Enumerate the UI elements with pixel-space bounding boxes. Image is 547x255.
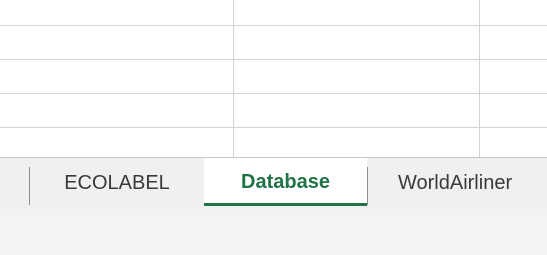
row-gridline <box>0 25 547 26</box>
row-gridline <box>0 93 547 94</box>
sheet-tab-ecolabel[interactable]: ECOLABEL <box>30 158 204 208</box>
sheet-tab-database[interactable]: Database <box>204 158 367 206</box>
sheet-tab-label: ECOLABEL <box>64 171 170 194</box>
column-gridline <box>233 0 234 158</box>
column-gridline <box>479 0 480 158</box>
status-bar <box>0 209 547 255</box>
worksheet-grid[interactable] <box>0 0 547 158</box>
active-tab-indicator <box>204 203 367 206</box>
row-gridline <box>0 59 547 60</box>
row-gridline <box>0 127 547 128</box>
sheet-tab-label: Database <box>241 170 330 193</box>
sheet-tab-label: WorldAirliner <box>398 171 513 194</box>
sheet-tab-worldairliner[interactable]: WorldAirliner <box>368 158 547 208</box>
